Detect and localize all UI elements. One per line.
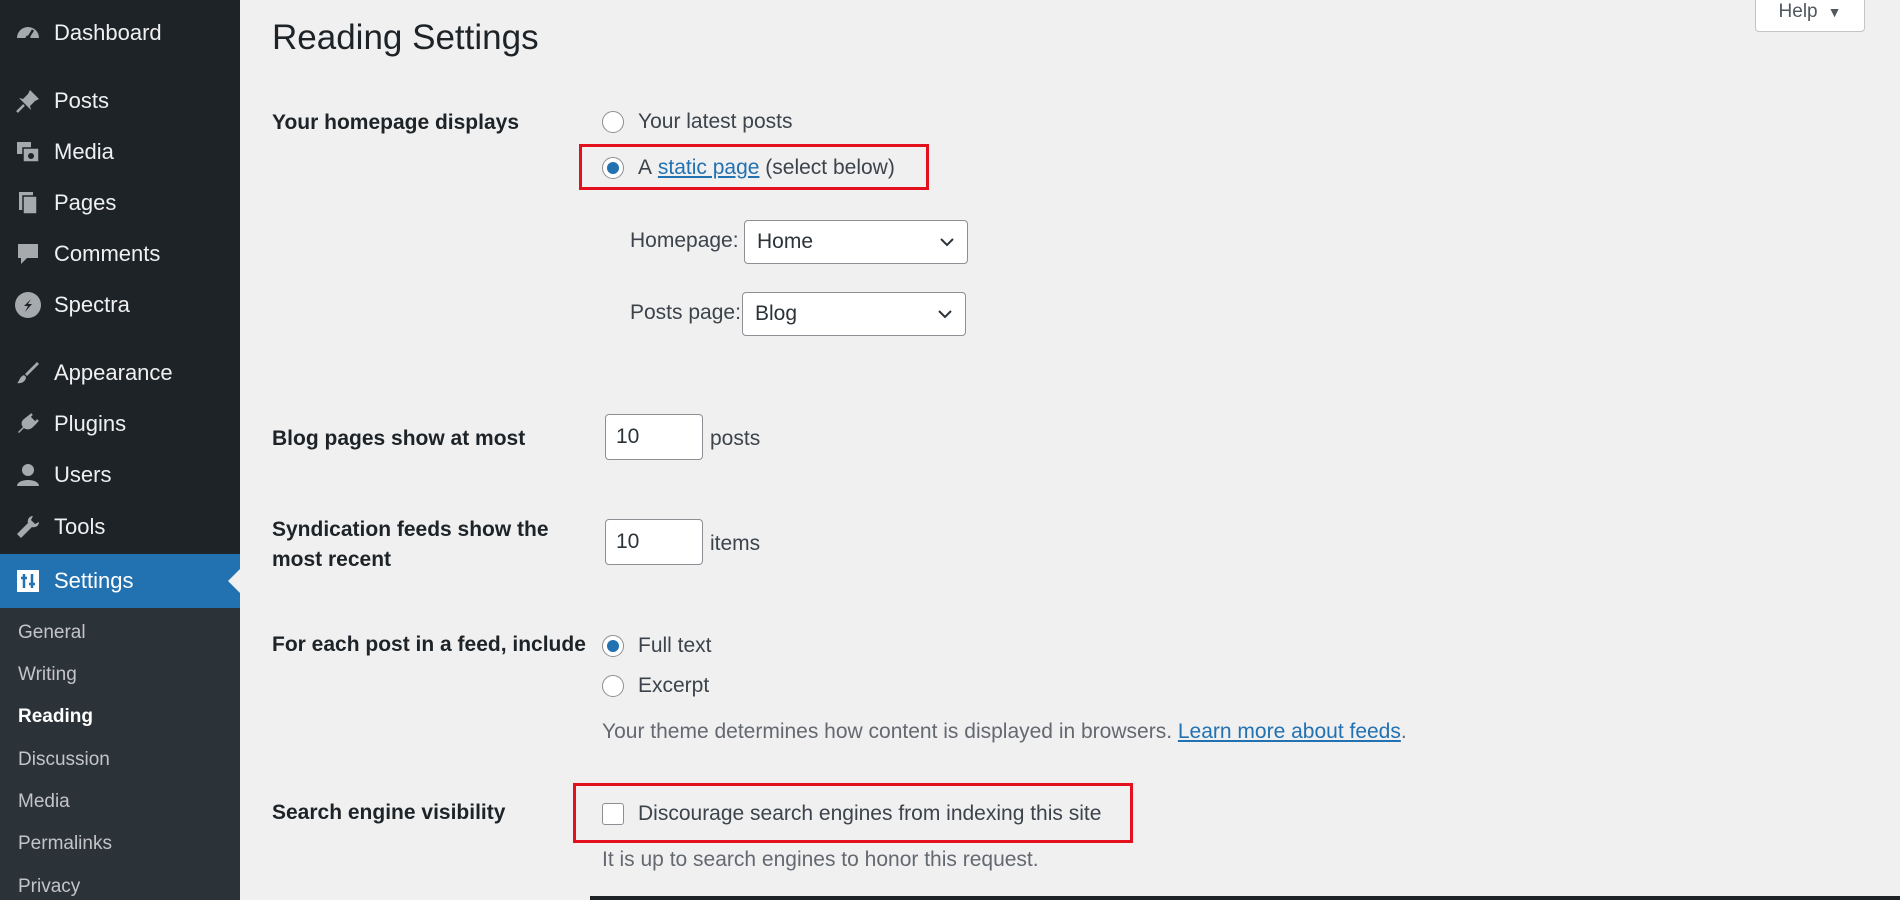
- radio-static-page[interactable]: A static page (select below): [602, 156, 895, 180]
- chevron-down-icon: [938, 310, 952, 319]
- feed-description: Your theme determines how content is dis…: [602, 720, 1407, 744]
- comment-icon: [14, 240, 42, 268]
- submenu-item-permalinks[interactable]: Permalinks: [18, 833, 112, 855]
- active-menu-indicator: [228, 569, 240, 593]
- posts-page-select-value: Blog: [755, 302, 798, 325]
- menu-label-users: Users: [54, 462, 112, 487]
- radio-button-selected[interactable]: [602, 157, 624, 179]
- posts-page-select-label: Posts page:: [630, 301, 741, 324]
- media-icon: [14, 138, 42, 166]
- menu-item-spectra[interactable]: Spectra: [0, 282, 240, 328]
- submenu-item-reading[interactable]: Reading: [18, 706, 93, 728]
- triangle-down-icon: ▼: [1827, 4, 1842, 20]
- menu-label-dashboard: Dashboard: [54, 20, 162, 45]
- submenu-item-discussion[interactable]: Discussion: [18, 749, 110, 771]
- menu-label-media: Media: [54, 139, 114, 164]
- menu-label-settings: Settings: [54, 568, 134, 593]
- pin-icon: [14, 87, 42, 115]
- syndication-label-line2: most recent: [272, 548, 392, 571]
- homepage-displays-label: Your homepage displays: [272, 111, 520, 134]
- menu-item-settings[interactable]: Settings: [0, 554, 240, 608]
- search-visibility-description: It is up to search engines to honor this…: [602, 848, 1039, 871]
- settings-icon: [14, 567, 42, 595]
- discourage-search-checkbox[interactable]: [602, 803, 624, 825]
- syndication-suffix: items: [710, 532, 761, 555]
- menu-label-tools: Tools: [54, 514, 106, 539]
- search-visibility-checkbox-row[interactable]: Discourage search engines from indexing …: [602, 802, 1101, 826]
- blog-pages-label: Blog pages show at most: [272, 427, 526, 450]
- menu-label-comments: Comments: [54, 241, 161, 266]
- static-page-suffix: (select below): [765, 156, 895, 179]
- submenu-item-writing[interactable]: Writing: [18, 664, 77, 686]
- chevron-down-icon: [940, 238, 954, 247]
- homepage-select-value: Home: [757, 230, 814, 253]
- menu-label-appearance: Appearance: [54, 360, 173, 385]
- posts-page-select[interactable]: Blog: [742, 292, 966, 336]
- homepage-select[interactable]: Home: [744, 220, 968, 264]
- menu-item-pages[interactable]: Pages: [0, 180, 240, 226]
- spectra-icon: [14, 291, 42, 319]
- menu-item-appearance[interactable]: Appearance: [0, 350, 240, 396]
- menu-label-pages: Pages: [54, 190, 117, 215]
- bottom-edge-bar: [590, 896, 1900, 900]
- user-icon: [14, 461, 42, 489]
- help-label: Help: [1778, 1, 1818, 22]
- radio-latest-posts-label: Your latest posts: [638, 110, 793, 133]
- menu-item-users[interactable]: Users: [0, 452, 240, 498]
- settings-content: Reading Settings Help ▼ Your homepage di…: [240, 0, 1900, 900]
- help-button[interactable]: Help ▼: [1755, 0, 1865, 32]
- radio-button-selected[interactable]: [602, 635, 624, 657]
- feed-include-label: For each post in a feed, include: [272, 633, 586, 656]
- homepage-select-label: Homepage:: [630, 229, 739, 252]
- syndication-input[interactable]: [605, 519, 703, 565]
- menu-item-comments[interactable]: Comments: [0, 231, 240, 277]
- feed-description-period: .: [1400, 720, 1407, 743]
- dashboard-icon: [14, 19, 42, 47]
- menu-item-posts[interactable]: Posts: [0, 78, 240, 124]
- menu-label-spectra: Spectra: [54, 292, 130, 317]
- radio-excerpt-label: Excerpt: [638, 674, 710, 697]
- plug-icon: [14, 410, 42, 438]
- menu-item-tools[interactable]: Tools: [0, 504, 240, 550]
- discourage-search-label: Discourage search engines from indexing …: [638, 802, 1102, 825]
- menu-item-media[interactable]: Media: [0, 129, 240, 175]
- menu-item-dashboard[interactable]: Dashboard: [0, 10, 240, 56]
- blog-pages-suffix: posts: [710, 427, 761, 450]
- submenu-item-media[interactable]: Media: [18, 791, 70, 813]
- learn-more-feeds-link[interactable]: Learn more about feeds: [1178, 720, 1401, 743]
- settings-submenu: General Writing Reading Discussion Media…: [0, 608, 240, 900]
- radio-button[interactable]: [602, 111, 624, 133]
- page-title: Reading Settings: [272, 18, 539, 57]
- radio-excerpt[interactable]: Excerpt: [602, 674, 709, 698]
- menu-label-plugins: Plugins: [54, 411, 127, 436]
- blog-pages-input[interactable]: [605, 414, 703, 460]
- brush-icon: [14, 359, 42, 387]
- menu-item-plugins[interactable]: Plugins: [0, 401, 240, 447]
- menu-label-posts: Posts: [54, 88, 110, 113]
- static-page-prefix: A: [638, 156, 653, 179]
- pages-icon: [14, 189, 42, 217]
- feed-description-text: Your theme determines how content is dis…: [602, 720, 1173, 743]
- submenu-item-privacy[interactable]: Privacy: [18, 876, 80, 898]
- admin-sidebar: Dashboard Posts Media Pages Comments Spe…: [0, 0, 240, 900]
- submenu-item-general[interactable]: General: [18, 622, 86, 644]
- syndication-label-line1: Syndication feeds show the: [272, 518, 549, 541]
- radio-button[interactable]: [602, 675, 624, 697]
- radio-latest-posts[interactable]: Your latest posts: [602, 110, 793, 134]
- static-page-link[interactable]: static page: [658, 156, 760, 180]
- radio-full-text[interactable]: Full text: [602, 634, 712, 658]
- search-visibility-label: Search engine visibility: [272, 801, 506, 824]
- radio-full-text-label: Full text: [638, 634, 712, 657]
- wrench-icon: [14, 513, 42, 541]
